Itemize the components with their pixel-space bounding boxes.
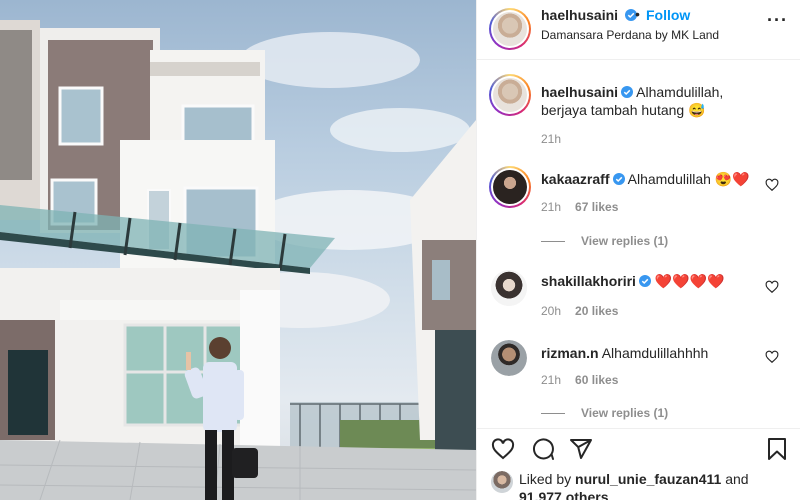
comment-meta: 20h 20 likes (541, 304, 618, 318)
comment-username[interactable]: rizman.n (541, 345, 599, 361)
author-username[interactable]: haelhusaini (541, 7, 618, 23)
comment-text-block: shakillakhoriri ❤️❤️❤️❤️ (541, 272, 761, 290)
heart-icon[interactable] (491, 437, 515, 461)
replies-divider-line (541, 241, 565, 243)
author-name-row: haelhusaini (541, 7, 638, 25)
verified-badge-icon (621, 86, 634, 98)
post-actions-bar: Liked by nurul_unie_fauzan411 and 91,977… (477, 428, 800, 500)
post-header: haelhusaini • Follow Damansara Perdana b… (477, 0, 800, 60)
follow-button[interactable]: Follow (646, 7, 690, 23)
likes-prefix: Liked by (519, 471, 572, 487)
comment-meta: 21h 67 likes (541, 200, 618, 214)
likes-others-count[interactable]: 91,977 others (519, 489, 609, 500)
comment-likes[interactable]: 20 likes (575, 304, 618, 318)
comment-meta: 21h 60 likes (541, 373, 618, 387)
comment-time: 21h (541, 373, 562, 387)
comment-text: Alhamdulillahhhh (601, 345, 709, 361)
caption-text-block: haelhusaini Alhamdulillah, berjaya tamba… (541, 83, 761, 119)
bookmark-icon[interactable] (765, 437, 789, 461)
caption-username[interactable]: haelhusaini (541, 84, 618, 100)
comment-icon[interactable] (531, 437, 555, 461)
commenter-avatar[interactable] (489, 166, 531, 208)
comment-likes[interactable]: 67 likes (575, 200, 618, 214)
more-options-icon[interactable]: ··· (767, 10, 788, 31)
view-replies-label: View replies (1) (581, 234, 669, 248)
comment-time: 20h (541, 304, 562, 318)
post-details-panel: haelhusaini • Follow Damansara Perdana b… (476, 0, 800, 500)
likes-summary: Liked by nurul_unie_fauzan411 and 91,977… (519, 470, 749, 500)
comment-item: rizman.n Alhamdulillahhhh 21h 60 likes Vi… (491, 340, 785, 426)
caption-avatar[interactable] (489, 74, 531, 116)
author-avatar[interactable] (489, 8, 531, 50)
comment-text-block: kakaazraff Alhamdulillah 😍❤️ (541, 170, 761, 188)
comment-like-heart-icon[interactable] (765, 350, 779, 364)
commenter-avatar[interactable] (491, 340, 527, 376)
comment-text: ❤️❤️❤️❤️ (654, 273, 725, 289)
verified-badge-icon (638, 275, 651, 287)
comment-like-heart-icon[interactable] (765, 280, 779, 294)
verified-badge-icon (612, 173, 625, 185)
comment-likes[interactable]: 60 likes (575, 373, 618, 387)
post-location[interactable]: Damansara Perdana by MK Land (541, 28, 719, 42)
likes-and: and (725, 471, 749, 487)
view-replies-button[interactable]: View replies (1) (541, 406, 668, 420)
view-replies-button[interactable]: View replies (1) (541, 234, 668, 248)
commenter-avatar[interactable] (491, 270, 527, 306)
post-caption: haelhusaini Alhamdulillah, berjaya tamba… (489, 74, 785, 146)
comment-text-block: rizman.n Alhamdulillahhhh (541, 344, 761, 362)
comment-item: kakaazraff Alhamdulillah 😍❤️ 21h 67 likes… (489, 166, 785, 256)
comment-username[interactable]: shakillakhoriri (541, 273, 636, 289)
share-icon[interactable] (569, 437, 593, 461)
replies-divider-line (541, 413, 565, 415)
view-replies-label: View replies (1) (581, 406, 669, 420)
comment-username[interactable]: kakaazraff (541, 171, 610, 187)
comment-time: 21h (541, 200, 562, 214)
caption-time: 21h (541, 132, 562, 146)
comment-text: Alhamdulillah 😍❤️ (627, 171, 750, 187)
comment-item: shakillakhoriri ❤️❤️❤️❤️ 20h 20 likes (491, 270, 785, 326)
separator-dot: • (635, 6, 640, 22)
liker-username[interactable]: nurul_unie_fauzan411 (575, 471, 721, 487)
liker-avatar[interactable] (491, 471, 513, 493)
post-photo[interactable] (0, 0, 476, 500)
house-photo-illustration (0, 20, 476, 500)
comment-like-heart-icon[interactable] (765, 178, 779, 192)
